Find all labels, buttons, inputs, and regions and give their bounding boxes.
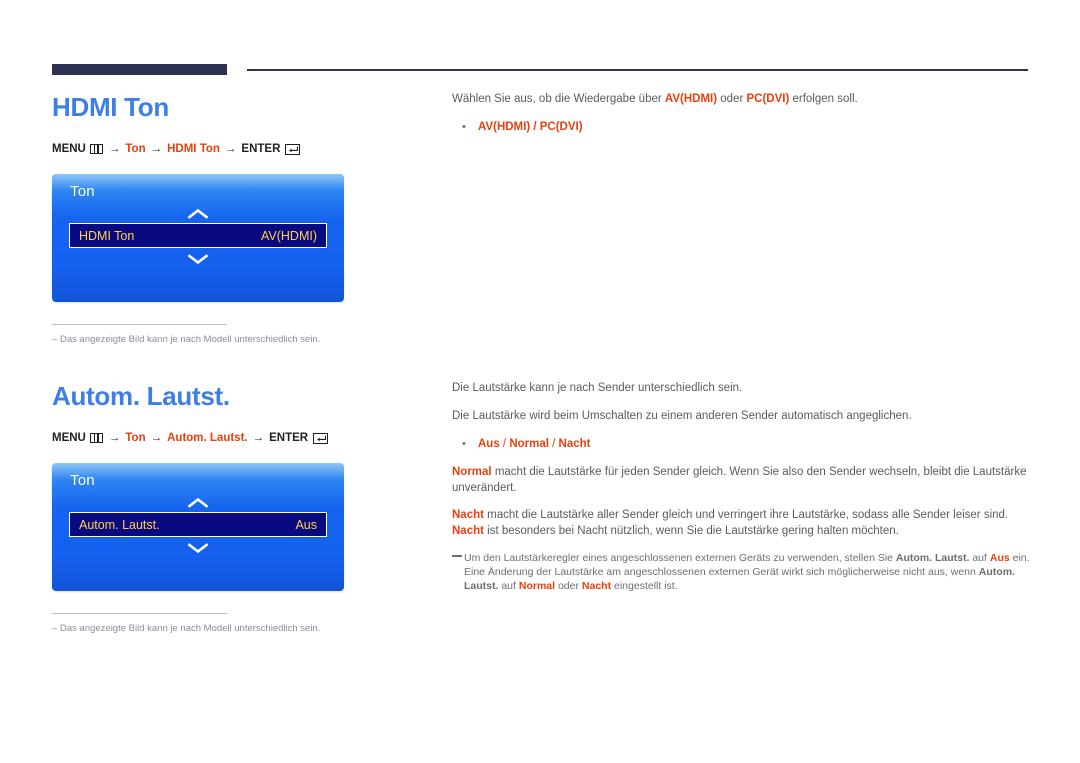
panel-note-rule: [52, 613, 227, 614]
panel-note-text-row: – Das angezeigte Bild kann je nach Model…: [52, 334, 344, 346]
note-dash: –: [52, 334, 58, 345]
dash-note-text-1: Um den Lautstärkeregler eines angeschlos…: [464, 552, 896, 564]
header-rule: [52, 64, 1028, 76]
dash-note-text-5: oder: [555, 580, 582, 592]
para-nacht-text-2: ist besonders bei Nacht nützlich, wenn S…: [483, 524, 899, 537]
bullet-dot-icon: •: [462, 121, 466, 133]
autom-lautst-line1: Die Lautstärke kann je nach Sender unter…: [452, 382, 743, 394]
dash-note-bold-1: Autom. Lautst.: [895, 552, 970, 564]
path-arrow-2: →: [150, 143, 163, 155]
autom-lautst-options-bullet: • Aus / Normal / Nacht: [452, 437, 1032, 452]
path-arrow-1: →: [108, 143, 121, 155]
osd-panel-title: Ton: [70, 183, 95, 200]
section-hdmi-ton-right: Wählen Sie aus, ob die Wiedergabe über A…: [452, 92, 1032, 148]
menu-step-ton: Ton: [125, 432, 146, 444]
osd-panel-hdmi-ton: Ton HDMI Ton AV(HDMI): [52, 174, 344, 302]
osd-selected-row-autom-lautst[interactable]: Autom. Lautst. Aus: [69, 512, 327, 537]
menu-path-autom-lautst: MENU → Ton → Autom. Lautst. → ENTER: [52, 431, 432, 445]
dash-note-body: Um den Lautstärkeregler eines angeschlos…: [464, 551, 1032, 593]
path-arrow-1: →: [108, 432, 121, 444]
menu-step-hdmi-ton: HDMI Ton: [167, 143, 220, 155]
hdmi-ton-intro: Wählen Sie aus, ob die Wiedergabe über A…: [452, 92, 1032, 107]
dash-note-text-4: auf: [498, 580, 519, 592]
osd-panel-title: Ton: [70, 472, 95, 489]
section-autom-lautst-right: Die Lautstärke kann je nach Sender unter…: [452, 381, 1032, 593]
menu-step-autom-lautst: Autom. Lautst.: [167, 432, 248, 444]
enter-label: ENTER: [241, 143, 281, 155]
intro-post: erfolgen soll.: [789, 93, 858, 105]
option-aus: Aus: [478, 438, 500, 450]
option-normal: Normal: [509, 438, 549, 450]
menu-path-hdmi-ton: MENU → Ton → HDMI Ton → ENTER: [52, 142, 432, 156]
intro-mid: oder: [717, 93, 747, 105]
chevron-down-icon[interactable]: [52, 252, 344, 266]
panel-note-text-row: – Das angezeigte Bild kann je nach Model…: [52, 623, 344, 635]
enter-return-icon: [285, 143, 301, 155]
path-arrow-2: →: [150, 432, 163, 444]
intro-pre: Wählen Sie aus, ob die Wiedergabe über: [452, 93, 665, 105]
para-normal-text: macht die Lautstärke für jeden Sender gl…: [452, 466, 1027, 494]
path-arrow-3: →: [252, 432, 265, 444]
menu-label: MENU: [52, 143, 86, 155]
path-arrow-3: →: [224, 143, 237, 155]
bullet-dot-icon: •: [462, 438, 466, 450]
autom-lautst-para-nacht: Nacht macht die Lautstärke aller Sender …: [452, 508, 1032, 539]
dash-note-text-2: auf: [969, 552, 990, 564]
intro-accent-av-hdmi: AV(HDMI): [664, 93, 718, 105]
enter-return-icon: [313, 432, 329, 444]
header-rule-thin: [247, 69, 1028, 71]
page-title-hdmi-ton: HDMI Ton: [52, 92, 169, 122]
menu-grid-icon: [89, 433, 103, 443]
dash-note-accent-nacht: Nacht: [581, 580, 612, 592]
menu-label: MENU: [52, 432, 86, 444]
chevron-up-icon[interactable]: [52, 496, 344, 510]
option-nacht: Nacht: [558, 438, 591, 450]
hdmi-ton-options-bullet: • AV(HDMI) / PC(DVI): [452, 120, 1032, 135]
chevron-down-icon[interactable]: [52, 541, 344, 555]
note-dash-icon: [452, 551, 464, 565]
panel-note-rule: [52, 324, 227, 325]
para-accent-nacht-2: Nacht: [452, 524, 484, 537]
dash-note-accent-normal: Normal: [518, 580, 556, 592]
panel-note-hdmi-ton: – Das angezeigte Bild kann je nach Model…: [52, 324, 344, 346]
menu-step-ton: Ton: [125, 143, 146, 155]
osd-row-value: AV(HDMI): [260, 228, 317, 243]
panel-note-autom-lautst: – Das angezeigte Bild kann je nach Model…: [52, 613, 344, 635]
dash-note-text-6: eingestellt ist.: [611, 580, 678, 592]
note-text: Das angezeigte Bild kann je nach Modell …: [60, 623, 321, 634]
bullet-options-text: Aus / Normal / Nacht: [478, 437, 591, 452]
autom-lautst-dash-note: Um den Lautstärkeregler eines angeschlos…: [452, 551, 1032, 593]
intro-accent-pc-dvi: PC(DVI): [746, 93, 790, 105]
bullet-options-text: AV(HDMI) / PC(DVI): [478, 121, 583, 133]
option-sep-2: /: [548, 438, 559, 450]
header-rule-thick: [52, 64, 227, 75]
para-nacht-text-1: macht die Lautstärke aller Sender gleich…: [483, 509, 1009, 521]
menu-grid-icon: [89, 144, 103, 154]
autom-lautst-para-normal: Normal macht die Lautstärke für jeden Se…: [452, 465, 1032, 496]
note-text: Das angezeigte Bild kann je nach Modell …: [60, 334, 321, 345]
page-title-autom-lautst: Autom. Lautst.: [52, 381, 230, 411]
chevron-up-icon[interactable]: [52, 207, 344, 221]
para-accent-normal: Normal: [452, 466, 492, 478]
manual-page: HDMI Ton MENU → Ton → HDMI Ton → ENTER T…: [0, 0, 1080, 763]
osd-selected-row-hdmi-ton[interactable]: HDMI Ton AV(HDMI): [69, 223, 327, 248]
section-hdmi-ton-left: HDMI Ton MENU → Ton → HDMI Ton → ENTER T…: [52, 92, 432, 346]
enter-label: ENTER: [269, 432, 309, 444]
osd-panel-autom-lautst: Ton Autom. Lautst. Aus: [52, 463, 344, 591]
option-sep-1: /: [499, 438, 510, 450]
osd-row-label: HDMI Ton: [79, 228, 135, 243]
para-accent-nacht-1: Nacht: [452, 509, 484, 521]
autom-lautst-line2: Die Lautstärke wird beim Umschalten zu e…: [452, 410, 912, 422]
osd-row-value: Aus: [295, 517, 317, 532]
osd-row-label: Autom. Lautst.: [79, 517, 160, 532]
note-dash: –: [52, 623, 58, 634]
section-autom-lautst-left: Autom. Lautst. MENU → Ton → Autom. Lauts…: [52, 381, 432, 635]
dash-note-accent-aus: Aus: [989, 552, 1010, 564]
